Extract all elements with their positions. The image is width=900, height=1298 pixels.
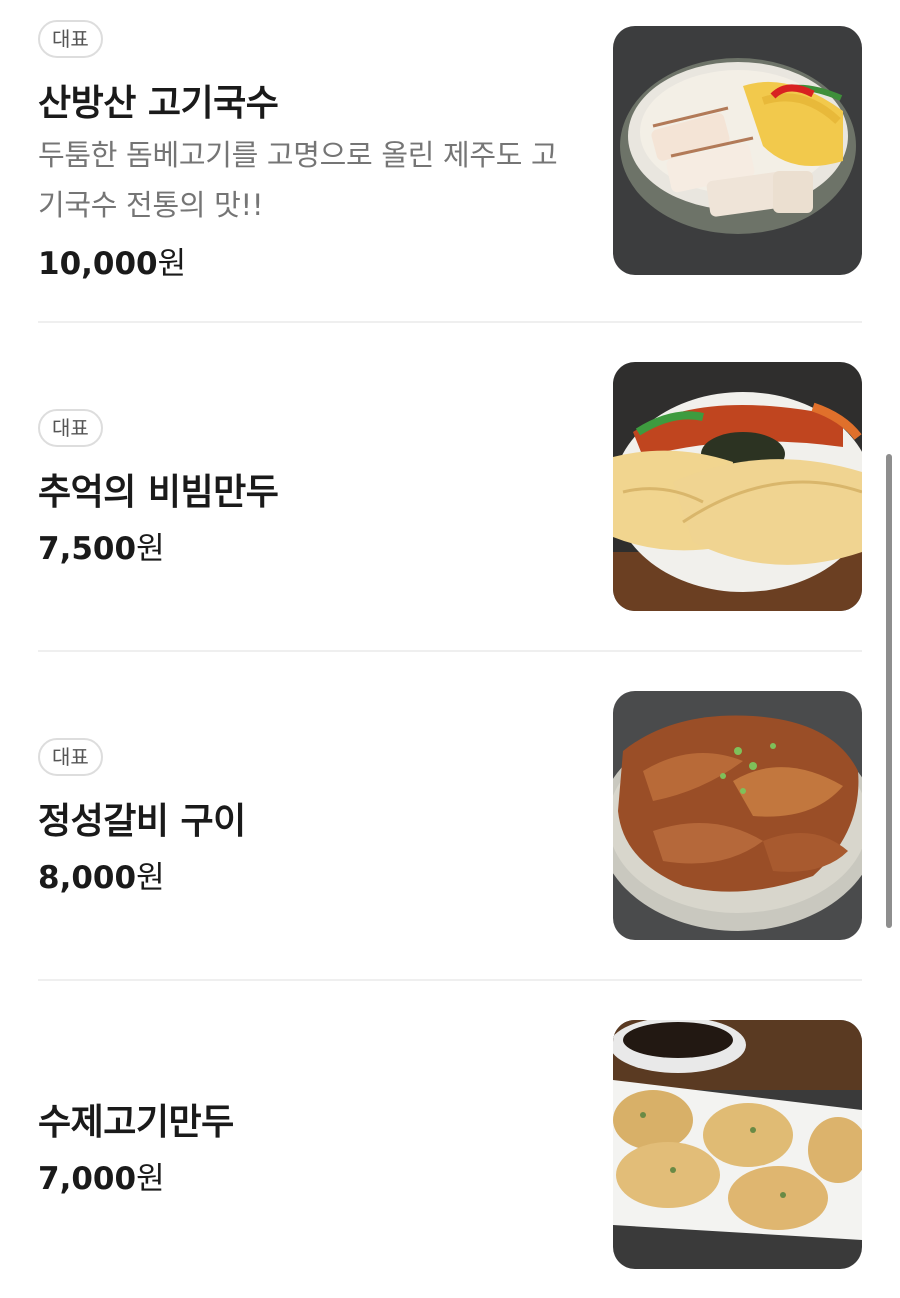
price-value: 7,500: [38, 531, 137, 567]
divider: [38, 650, 862, 652]
menu-item[interactable]: 대표 산방산 고기국수 두툼한 돔베고기를 고명으로 올린 제주도 고기국수 전…: [0, 0, 900, 290]
menu-item-name: 정성갈비 구이: [38, 801, 246, 842]
divider: [38, 321, 862, 323]
signature-badge: 대표: [38, 738, 103, 776]
signature-badge: 대표: [38, 20, 103, 58]
price-currency: 원: [136, 860, 165, 896]
dumplings-photo[interactable]: [613, 1020, 862, 1269]
menu-item[interactable]: 대표 추억의 비빔만두 7,500원: [0, 330, 900, 620]
divider: [38, 979, 862, 981]
signature-badge: 대표: [38, 409, 103, 447]
scrollbar[interactable]: [886, 454, 892, 928]
menu-item-name: 산방산 고기국수: [38, 83, 279, 124]
menu-item[interactable]: 수제고기만두 7,000원: [0, 988, 900, 1278]
price-value: 7,000: [38, 1161, 137, 1197]
noodle-soup-photo[interactable]: [613, 26, 862, 275]
menu-list: 대표 산방산 고기국수 두툼한 돔베고기를 고명으로 올린 제주도 고기국수 전…: [0, 0, 900, 1298]
menu-item-price: 7,500원: [38, 523, 165, 568]
price-currency: 원: [157, 246, 187, 282]
price-value: 8,000: [38, 860, 137, 896]
menu-item-name: 추억의 비빔만두: [38, 472, 279, 513]
bibim-mandu-photo[interactable]: [613, 362, 862, 611]
price-value: 10,000: [38, 246, 158, 282]
menu-item-price: 10,000원: [38, 238, 186, 283]
menu-item[interactable]: 대표 정성갈비 구이 8,000원: [0, 659, 900, 949]
menu-item-price: 7,000원: [38, 1153, 165, 1198]
menu-item-description: 두툼한 돔베고기를 고명으로 올린 제주도 고기국수 전통의 맛!!: [38, 138, 558, 222]
price-currency: 원: [136, 1161, 165, 1197]
price-currency: 원: [136, 531, 165, 567]
menu-item-name: 수제고기만두: [38, 1102, 234, 1143]
grilled-galbi-photo[interactable]: [613, 691, 862, 940]
menu-item-price: 8,000원: [38, 852, 165, 897]
